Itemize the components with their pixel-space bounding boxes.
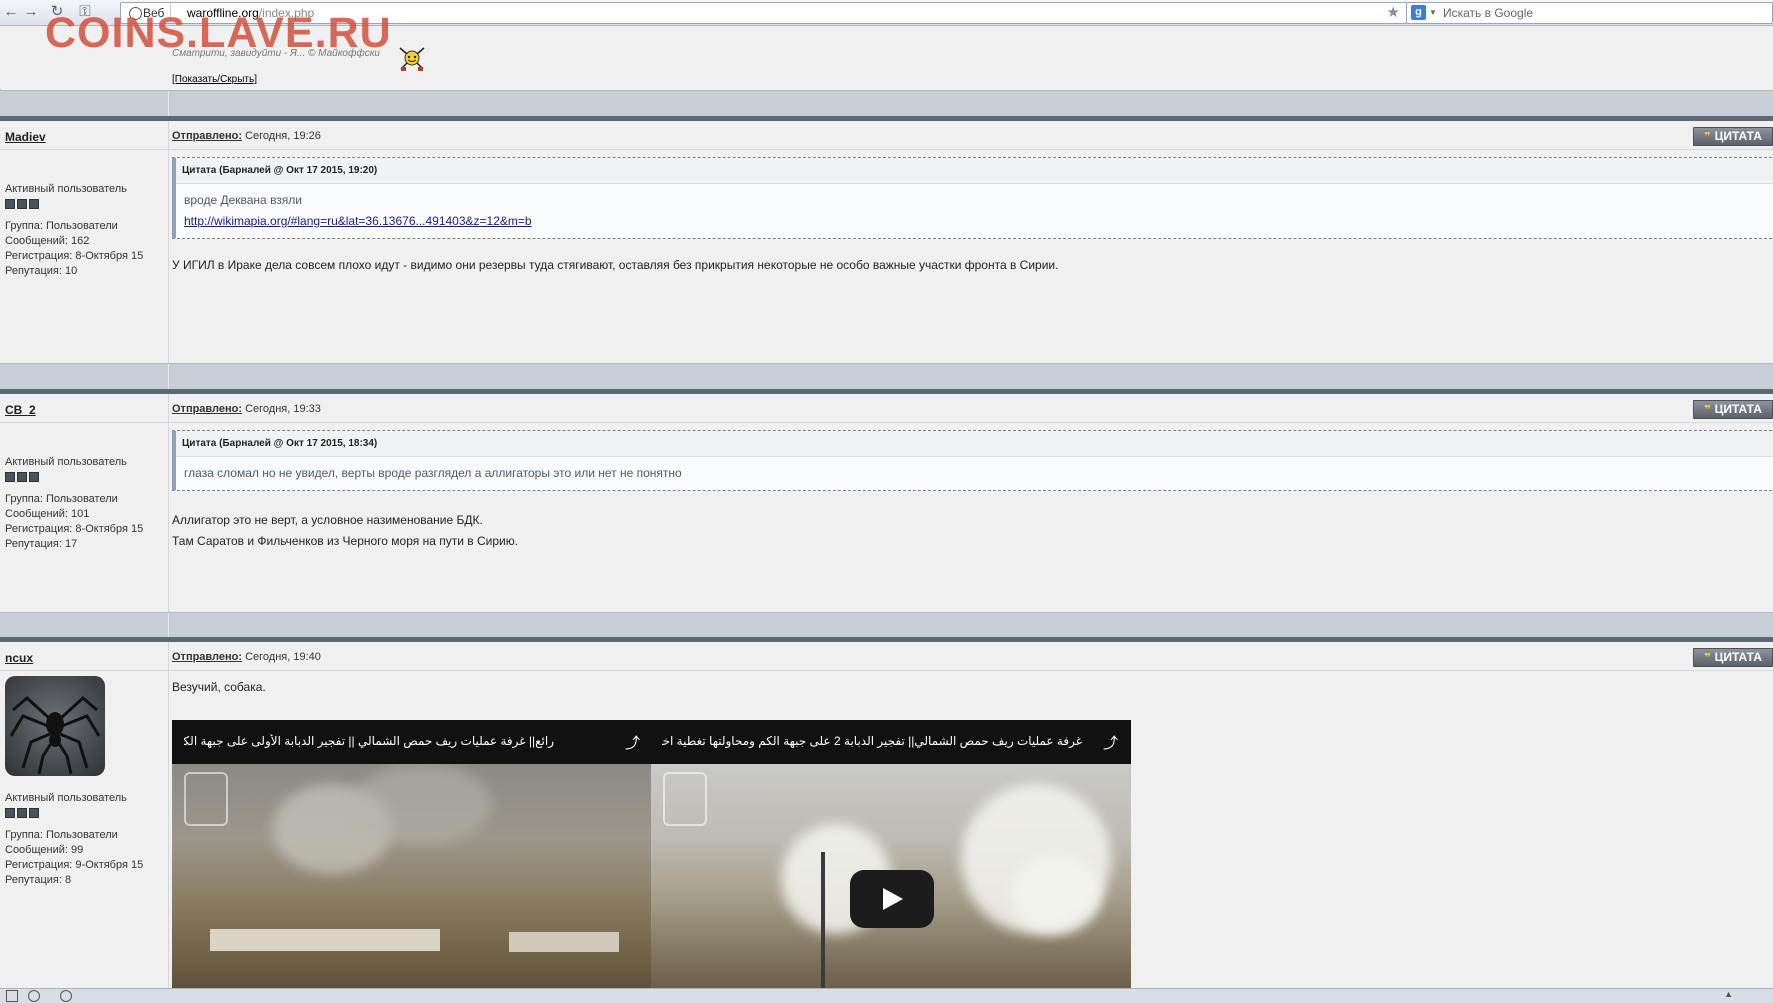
watermark: COINS.LAVE.RU <box>45 9 392 57</box>
avatar[interactable] <box>5 676 105 776</box>
post-text-line: Там Саратов и Фильченков из Черного моря… <box>172 534 519 548</box>
quote-button-label: ЦИТАТА <box>1714 129 1762 143</box>
quote-icon: ❞ <box>1704 131 1711 143</box>
post-madiev: Madiev Отправлено: Сегодня, 19:26 ❞ ЦИТАТ… <box>0 121 1773 363</box>
posted-time: Сегодня, 19:33 <box>245 403 321 415</box>
quote-button[interactable]: ❞ ЦИТАТА <box>1693 127 1773 146</box>
smiley-icon <box>399 47 425 71</box>
show-hide-link[interactable]: [Показать/Скрыть] <box>172 74 257 85</box>
chevron-down-icon[interactable]: ▼ <box>1429 3 1437 23</box>
forward-arrow-icon[interactable]: → <box>22 3 40 21</box>
quote-link[interactable]: http://wikimapia.org/#lang=ru&lat=36.136… <box>184 214 532 228</box>
page-icon[interactable] <box>6 990 18 1002</box>
user-info: Активный пользователь Группа: Пользовате… <box>5 791 143 888</box>
user-group: Группа: Пользователи <box>5 829 118 841</box>
post-header: Madiev Отправлено: Сегодня, 19:26 ❞ ЦИТАТ… <box>0 121 1773 150</box>
author-name[interactable]: Madiev <box>5 130 46 144</box>
quote-header: Цитата (Барналей @ Окт 17 2015, 19:20) <box>176 158 1773 184</box>
video-title-left[interactable]: رائع|| غرفة عمليات ريف حمص الشمالي || تف… <box>184 734 554 748</box>
user-messages: Сообщений: 162 <box>5 235 90 247</box>
cloud-icon[interactable] <box>28 990 40 1002</box>
quote-button-label: ЦИТАТА <box>1714 650 1762 664</box>
quote-body: вроде Деквана взяли http://wikimapia.org… <box>176 184 1773 238</box>
user-registration: Регистрация: 8-Октября 15 <box>5 250 144 262</box>
posted-info: Отправлено: Сегодня, 19:33 <box>172 403 321 415</box>
check-icon[interactable] <box>60 990 72 1002</box>
embedded-video[interactable]: رائع|| غرفة عمليات ريف حمص الشمالي || تف… <box>172 720 1131 988</box>
post-ncux: ncux Отправлено: Сегодня, 19:40 ❞ ЦИТАТА … <box>0 642 1773 988</box>
post-separator <box>0 90 1773 116</box>
video-title-right[interactable]: غرفة عمليات ريف حمص الشمالي|| تفجير الدب… <box>662 734 1082 748</box>
play-icon <box>883 888 903 910</box>
user-info: Активный пользователь Группа: Пользовате… <box>5 455 143 552</box>
post-header: CB_2 Отправлено: Сегодня, 19:33 ❞ ЦИТАТА <box>0 394 1773 423</box>
post-body: Везучий, собака. <box>172 677 266 698</box>
scroll-up-icon[interactable]: ▲ <box>1724 989 1733 999</box>
user-group: Группа: Пользователи <box>5 493 118 505</box>
user-reputation: Репутация: 10 <box>5 265 78 277</box>
user-rank: Активный пользователь <box>5 456 127 468</box>
quote-box: Цитата (Барналей @ Окт 17 2015, 19:20) в… <box>172 157 1773 239</box>
forum-page: Сматрити, завидуйти - Я... © Майкоффски … <box>0 26 1773 988</box>
quote-header: Цитата (Барналей @ Окт 17 2015, 18:34) <box>176 431 1773 457</box>
posted-label[interactable]: Отправлено: <box>172 403 242 415</box>
post-text-line: У ИГИЛ в Ираке дела совсем плохо идут - … <box>172 258 1059 272</box>
share-icon[interactable]: ⤴ <box>625 732 640 753</box>
post-separator <box>0 363 1773 389</box>
post-body: Аллигатор это не верт, а условное назиме… <box>172 510 518 552</box>
post-separator <box>0 612 1773 638</box>
post-body: У ИГИЛ в Ираке дела совсем плохо идут - … <box>172 255 1058 276</box>
quote-icon: ❞ <box>1704 404 1711 416</box>
quote-button[interactable]: ❞ ЦИТАТА <box>1693 648 1773 667</box>
share-icon[interactable]: ⤴ <box>1103 732 1118 753</box>
user-registration: Регистрация: 8-Октября 15 <box>5 523 144 535</box>
author-name[interactable]: ncux <box>5 651 33 665</box>
search-input[interactable]: Искать в Google <box>1443 3 1533 23</box>
quote-body: глаза сломал но не увидел, верты вроде р… <box>176 457 1773 490</box>
user-messages: Сообщений: 101 <box>5 508 90 520</box>
posted-label[interactable]: Отправлено: <box>172 130 242 142</box>
user-reputation: Репутация: 8 <box>5 874 72 886</box>
rank-pips <box>5 472 143 482</box>
post-text-line: Аллигатор это не верт, а условное назиме… <box>172 513 483 527</box>
back-arrow-icon[interactable]: ← <box>2 3 20 21</box>
browser-status-bar: ▲ <box>0 988 1773 1003</box>
user-info: Активный пользователь Группа: Пользовате… <box>5 182 143 279</box>
play-button[interactable] <box>850 870 934 928</box>
post-cb2: CB_2 Отправлено: Сегодня, 19:33 ❞ ЦИТАТА … <box>0 394 1773 612</box>
user-reputation: Репутация: 17 <box>5 538 78 550</box>
bookmark-star-icon[interactable]: ★ <box>1387 3 1400 23</box>
user-rank: Активный пользователь <box>5 183 127 195</box>
rank-pips <box>5 808 143 818</box>
quote-button-label: ЦИТАТА <box>1714 402 1762 416</box>
author-name[interactable]: CB_2 <box>5 403 36 417</box>
quote-text: глаза сломал но не увидел, верты вроде р… <box>184 466 682 480</box>
rank-pips <box>5 199 143 209</box>
google-search-box[interactable]: g ▼ Искать в Google <box>1406 2 1773 24</box>
spider-icon <box>9 695 101 775</box>
user-registration: Регистрация: 9-Октября 15 <box>5 859 144 871</box>
posted-label[interactable]: Отправлено: <box>172 651 242 663</box>
quote-button[interactable]: ❞ ЦИТАТА <box>1693 400 1773 419</box>
posted-time: Сегодня, 19:40 <box>245 651 321 663</box>
user-rank: Активный пользователь <box>5 792 127 804</box>
post-header: ncux Отправлено: Сегодня, 19:40 ❞ ЦИТАТА <box>0 642 1773 671</box>
video-frame-left <box>172 764 651 988</box>
posted-info: Отправлено: Сегодня, 19:40 <box>172 651 321 663</box>
quote-box: Цитата (Барналей @ Окт 17 2015, 18:34) г… <box>172 430 1773 491</box>
google-icon[interactable]: g <box>1411 5 1426 20</box>
quote-text: вроде Деквана взяли <box>184 193 303 207</box>
user-group: Группа: Пользователи <box>5 220 118 232</box>
posted-time: Сегодня, 19:26 <box>245 130 321 142</box>
post-text-line: Везучий, собака. <box>172 680 266 694</box>
user-messages: Сообщений: 99 <box>5 844 84 856</box>
quote-icon: ❞ <box>1704 652 1711 664</box>
posted-info: Отправлено: Сегодня, 19:26 <box>172 130 321 142</box>
